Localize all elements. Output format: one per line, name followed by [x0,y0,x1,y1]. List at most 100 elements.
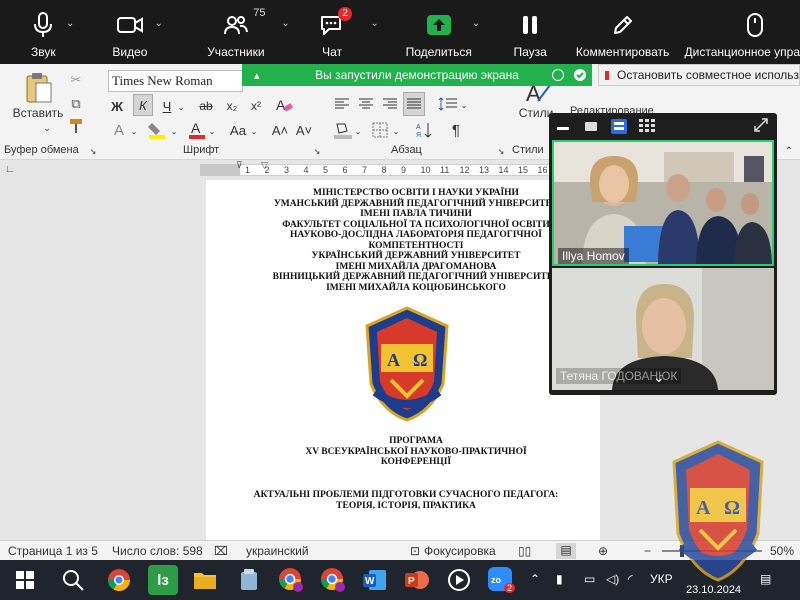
tab-selector-icon[interactable]: ∟ [5,164,15,175]
strikethrough-button[interactable]: ab [196,96,216,116]
stop-share-button[interactable]: Остановить совместное использ [598,64,800,86]
document-page[interactable]: МІНІСТЕРСТВО ОСВІТИ І НАУКИ УКРАЇНИ УМАН… [206,180,600,540]
volume-icon[interactable]: ◁) [606,572,619,586]
print-layout-icon[interactable]: ▤ [556,543,576,559]
chat-button[interactable]: 2 ⌄ Чат [298,0,379,64]
bold-button[interactable]: Ж [108,96,126,116]
read-mode-icon[interactable]: ▯▯ [518,544,531,558]
pause-share-button[interactable]: Пауза [492,0,569,64]
copy-icon[interactable]: ⧉ [68,96,84,112]
font-color-icon[interactable]: A [186,120,208,140]
chevron-down-icon[interactable]: ⌄ [392,126,400,136]
shading-icon[interactable] [332,120,354,140]
share-screen-button[interactable]: ⌄ Поделиться [386,0,492,64]
highlight-color-icon[interactable] [146,120,168,140]
header-line: УМАНСЬКИЙ ДЕРЖАВНИЙ ПЕДАГОГІЧНИЙ УНІВЕРС… [273,198,559,209]
text-effects-icon[interactable]: A [110,120,128,140]
file-explorer-icon[interactable] [190,565,220,595]
microphone-tray-icon[interactable]: ▮ [556,572,563,586]
spellcheck-icon[interactable]: ⌧ [214,544,228,558]
gallery-view-icon[interactable] [639,119,655,138]
collapse-ribbon-icon[interactable]: ⌃ [783,146,795,157]
line-spacing-icon[interactable] [436,94,460,114]
align-left-icon[interactable] [332,94,352,114]
focus-icon[interactable]: ⊡ [410,544,420,558]
chrome-icon[interactable] [104,565,134,595]
edu-app-icon[interactable]: lз [148,565,178,595]
chrome-profile-icon[interactable] [276,565,306,595]
remote-control-button[interactable]: Дистанционное управ [677,0,800,64]
pin-icon[interactable]: ▴ [254,69,260,82]
align-center-icon[interactable] [356,94,376,114]
chevron-down-icon[interactable]: ⌄ [354,126,362,136]
participants-button[interactable]: 75 ⌄ Участники [173,0,298,64]
word-icon[interactable]: W [360,565,390,595]
grow-font-button[interactable]: A˄ [270,120,290,140]
chevron-down-icon[interactable]: ⌄ [155,18,163,29]
media-player-icon[interactable] [444,565,474,595]
clear-formatting-icon[interactable]: A [274,94,294,116]
focus-mode-button[interactable]: Фокусировка [424,544,496,558]
video-button[interactable]: ⌄ Видео [87,0,174,64]
borders-icon[interactable] [370,120,390,140]
sort-icon[interactable]: AЯ [414,120,434,140]
format-painter-icon[interactable] [68,118,84,134]
subscript-button[interactable]: x₂ [222,96,242,116]
language-indicator[interactable]: украинский [246,544,309,558]
chevron-down-icon[interactable]: ⌄ [170,126,178,136]
topic-line: ТЕОРІЯ, ІСТОРІЯ, ПРАКТИКА [336,500,476,511]
annotate-button[interactable]: Комментировать [569,0,677,64]
logo-letter-omega: Ω [413,350,427,370]
chrome-profile-icon[interactable] [318,565,348,595]
wifi-icon[interactable]: ◜ [628,572,633,586]
screen: { "zoom_toolbar": { "audio_label": "Звук… [0,0,800,600]
italic-button[interactable]: К [133,94,153,116]
align-right-icon[interactable] [380,94,400,114]
paste-label[interactable]: Вставить [10,106,66,120]
chevron-down-icon[interactable]: ⌄ [460,100,468,110]
font-name-input[interactable]: Times New Roman [108,70,243,92]
first-line-indent-icon[interactable]: ▽ [261,160,268,171]
speaker-view-icon[interactable] [585,122,597,131]
change-case-button[interactable]: Aa [224,120,252,140]
start-button[interactable] [10,565,40,595]
dialog-launcher-icon[interactable]: ↘ [88,146,98,156]
cut-icon[interactable]: ✂ [68,72,84,88]
superscript-button[interactable]: x² [246,96,266,116]
minimize-icon[interactable] [557,127,569,130]
shrink-font-button[interactable]: A˅ [294,120,314,140]
word-count[interactable]: Число слов: 598 [112,544,203,558]
strip-view-icon[interactable] [611,119,627,134]
indent-marker-icon[interactable]: ⊽ [236,160,243,171]
participant-tile-active[interactable]: Illya Homov [552,140,774,266]
web-layout-icon[interactable]: ⊕ [598,544,608,558]
dialog-launcher-icon[interactable]: ↘ [312,146,322,156]
chevron-down-icon[interactable]: ⌄ [208,126,216,136]
notes-app-icon[interactable] [234,565,264,595]
justify-icon[interactable] [403,92,425,116]
powerpoint-icon[interactable]: P [402,565,432,595]
show-formatting-button[interactable]: ¶ [446,120,466,140]
page-count[interactable]: Страница 1 из 5 [8,544,98,558]
underline-button[interactable]: Ч [158,96,176,116]
chevron-down-icon[interactable]: ⌄ [66,18,74,29]
paste-button[interactable] [22,70,56,106]
chevron-down-icon[interactable]: ⌄ [370,18,378,29]
zoom-level[interactable]: 50% [770,544,794,558]
chevron-down-icon[interactable]: ⌄ [40,122,54,134]
expand-icon[interactable] [753,117,769,138]
chevron-down-icon[interactable]: ⌄ [130,126,138,136]
audio-button[interactable]: ⌄ Звук [0,0,87,64]
zoom-out-icon[interactable]: − [644,544,651,558]
minimize-circle-icon[interactable] [552,69,564,81]
chevron-down-icon[interactable]: ⌄ [281,18,289,29]
chevron-up-icon[interactable]: ⌃ [530,572,540,586]
chevron-down-icon[interactable]: ⌄ [472,18,480,29]
chevron-down-icon[interactable]: ⌄ [653,369,665,386]
search-icon[interactable] [58,565,88,595]
dialog-launcher-icon[interactable]: ↘ [496,146,506,156]
battery-icon[interactable]: ▭ [584,572,595,586]
zoom-app-icon[interactable]: zo 2 [486,565,516,595]
chevron-down-icon[interactable]: ⌄ [176,102,186,112]
chevron-down-icon[interactable]: ⌄ [250,126,258,136]
